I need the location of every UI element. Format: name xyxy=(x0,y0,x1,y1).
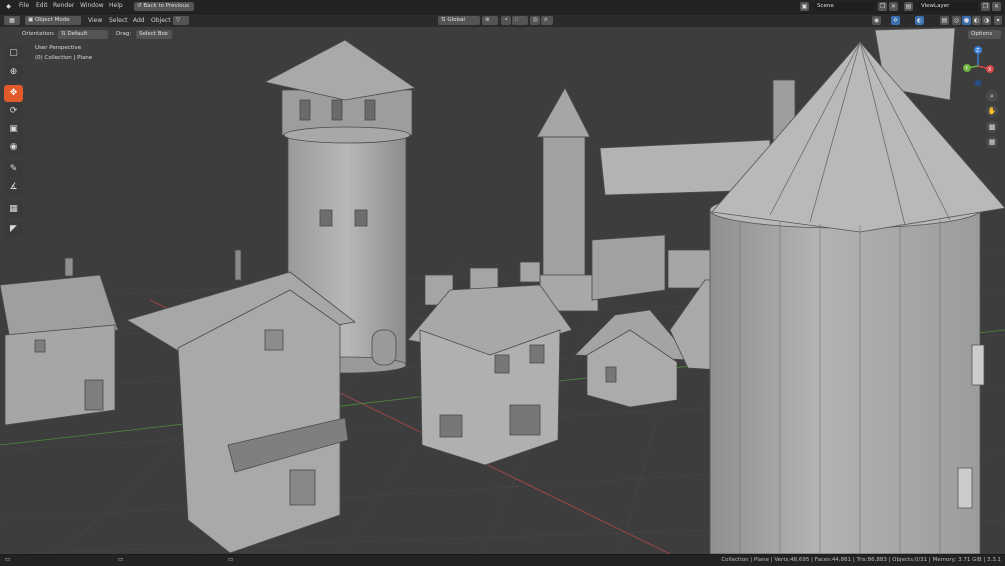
annotate-tool-icon[interactable]: ✎ xyxy=(4,161,23,178)
viewlayer-icon[interactable]: ▤ xyxy=(904,2,913,11)
orientation-dropdown[interactable]: ⇅ Default xyxy=(58,30,108,39)
snap-target-dropdown[interactable]: ∷ xyxy=(512,16,528,25)
new-scene-icon[interactable]: ❐ xyxy=(878,2,887,11)
overlay-toggle-icon[interactable]: ◐ xyxy=(915,16,924,25)
corner-tool-icon[interactable]: ◤ xyxy=(4,221,23,238)
falloff-dropdown[interactable]: ∩ xyxy=(541,16,553,25)
cursor-tool-icon[interactable]: ⊕ xyxy=(4,64,23,81)
camera-view-icon[interactable]: ▩ xyxy=(986,121,998,133)
timber-house xyxy=(407,284,573,466)
scene-statistics: Collection | Plane | Verts:48,695 | Face… xyxy=(721,557,1001,563)
options-dropdown[interactable]: Options xyxy=(968,30,1001,39)
axis-gizmo[interactable]: Z Y X xyxy=(958,44,1003,89)
visibility-icon[interactable]: ◉ xyxy=(872,16,881,25)
new-viewlayer-icon[interactable]: ❐ xyxy=(981,2,990,11)
scene-name: Scene xyxy=(817,3,834,9)
rendered-shading-icon[interactable]: ◑ xyxy=(982,16,991,25)
viewlayer-name: ViewLayer xyxy=(921,3,950,9)
perspective-label: User Perspective xyxy=(35,45,82,51)
solid-shading-icon[interactable]: ● xyxy=(962,16,971,25)
mode-dropdown[interactable]: ▣ Object Mode xyxy=(25,16,81,25)
delete-scene-icon[interactable]: ✕ xyxy=(889,2,898,11)
mouse-middle-icon: ▭ xyxy=(118,557,124,563)
mode-label: Object Mode xyxy=(34,17,70,23)
collection-label: (0) Collection | Plane xyxy=(35,55,93,61)
xray-toggle-icon[interactable]: ▤ xyxy=(940,16,949,25)
perspective-toggle-icon[interactable]: ▦ xyxy=(986,136,998,148)
tool-options-bar: Orientation: ⇅ Default Drag: Select Box … xyxy=(0,28,1005,40)
top-bar: ◆ File Edit Render Window Help ↺ Back to… xyxy=(0,0,1005,14)
drag-label: Drag: xyxy=(116,31,132,37)
scene-icon[interactable]: ▣ xyxy=(800,2,809,11)
transform-orientation-dropdown[interactable]: ⇅ Global xyxy=(438,16,480,25)
scene-field[interactable]: Scene xyxy=(814,2,874,11)
scene-render xyxy=(0,28,1005,554)
spire-tower xyxy=(536,87,599,312)
mouse-left-icon: ▭ xyxy=(5,557,11,563)
object-mode-icon: ▣ xyxy=(28,17,35,23)
viewlayer-field[interactable]: ViewLayer xyxy=(918,2,978,11)
gizmo-x-label: X xyxy=(988,67,992,73)
editor-type-icon[interactable]: ▦ xyxy=(4,16,20,25)
tall-house xyxy=(126,249,356,554)
delete-viewlayer-icon[interactable]: ✕ xyxy=(992,2,1001,11)
menu-select[interactable]: Select xyxy=(109,17,128,24)
move-tool-icon[interactable]: ✥ xyxy=(4,85,23,102)
left-house xyxy=(0,257,119,426)
pivot-point-dropdown[interactable]: ⊛ xyxy=(482,16,498,25)
navigation-gizmo[interactable]: Z Y X xyxy=(958,44,1003,89)
zoom-icon[interactable]: ⌕ xyxy=(986,90,998,102)
orientation-label: Orientation: xyxy=(22,31,55,37)
transform-tool-icon[interactable]: ◉ xyxy=(4,139,23,156)
menu-window[interactable]: Window xyxy=(80,2,104,9)
drag-dropdown[interactable]: Select Box xyxy=(136,30,172,39)
status-bar: ▭ ▭ ▭ Collection | Plane | Verts:48,695 … xyxy=(0,554,1005,566)
snap-toggle[interactable]: ⚬ xyxy=(501,16,511,25)
3d-viewport[interactable]: User Perspective (0) Collection | Plane … xyxy=(0,28,1005,554)
options-label: Options xyxy=(971,31,993,37)
pan-hand-icon[interactable]: ✋ xyxy=(986,105,998,117)
scale-tool-icon[interactable]: ▣ xyxy=(4,121,23,138)
object-type-dropdown[interactable]: ▽ xyxy=(173,16,189,25)
measure-tool-icon[interactable]: ∡ xyxy=(4,179,23,196)
menu-view[interactable]: View xyxy=(88,17,102,24)
drag-value: Select Box xyxy=(139,31,168,37)
menu-help[interactable]: Help xyxy=(109,2,123,9)
material-shading-icon[interactable]: ◐ xyxy=(972,16,981,25)
mouse-right-icon: ▭ xyxy=(228,557,234,563)
back-to-previous-button[interactable]: ↺ Back to Previous xyxy=(134,2,194,11)
back-to-previous-label: Back to Previous xyxy=(143,3,189,9)
menu-render[interactable]: Render xyxy=(53,2,74,9)
shading-options-icon[interactable]: ▾ xyxy=(994,16,1002,25)
menu-file[interactable]: File xyxy=(19,2,29,9)
transform-orientation-label: Global xyxy=(447,17,465,23)
proportional-edit-toggle[interactable]: ◎ xyxy=(530,16,540,25)
large-silo xyxy=(709,41,1005,554)
menu-edit[interactable]: Edit xyxy=(36,2,48,9)
gizmo-toggle-icon[interactable]: ✡ xyxy=(891,16,900,25)
add-cube-tool-icon[interactable]: ▦ xyxy=(4,201,23,218)
rotate-tool-icon[interactable]: ⟳ xyxy=(4,103,23,120)
menu-add[interactable]: Add xyxy=(133,17,145,24)
blender-logo-icon[interactable]: ◆ xyxy=(4,2,13,11)
menu-object[interactable]: Object xyxy=(151,17,171,24)
gizmo-z-label: Z xyxy=(976,48,980,54)
orientation-value: Default xyxy=(67,31,88,37)
wireframe-shading-icon[interactable]: ◎ xyxy=(952,16,961,25)
select-box-tool-icon[interactable]: ▢ xyxy=(4,45,23,62)
viewport-header: ▦ ▣ Object Mode View Select Add Object ▽… xyxy=(0,14,1005,27)
